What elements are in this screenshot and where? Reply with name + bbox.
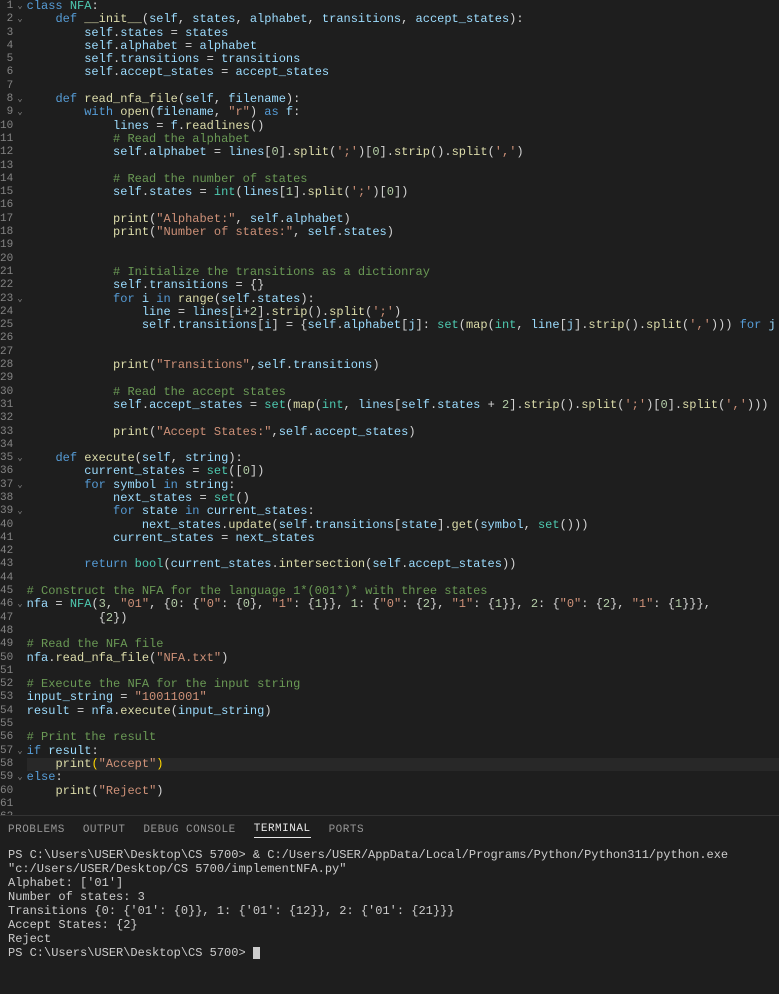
panel-tabs: PROBLEMS OUTPUT DEBUG CONSOLE TERMINAL P… — [0, 816, 779, 844]
tab-ports[interactable]: PORTS — [329, 824, 365, 836]
panel: PROBLEMS OUTPUT DEBUG CONSOLE TERMINAL P… — [0, 815, 779, 994]
terminal-output[interactable]: PS C:\Users\USER\Desktop\CS 5700> & C:/U… — [0, 844, 779, 994]
tab-problems[interactable]: PROBLEMS — [8, 824, 65, 836]
tab-output[interactable]: OUTPUT — [83, 824, 126, 836]
code-area[interactable]: class NFA: def __init__(self, states, al… — [23, 0, 779, 815]
code-editor[interactable]: 1234567891011121314151617181920212223242… — [0, 0, 779, 815]
line-number-gutter: 1234567891011121314151617181920212223242… — [0, 0, 17, 815]
tab-terminal[interactable]: TERMINAL — [254, 823, 311, 838]
tab-debug-console[interactable]: DEBUG CONSOLE — [143, 824, 235, 836]
